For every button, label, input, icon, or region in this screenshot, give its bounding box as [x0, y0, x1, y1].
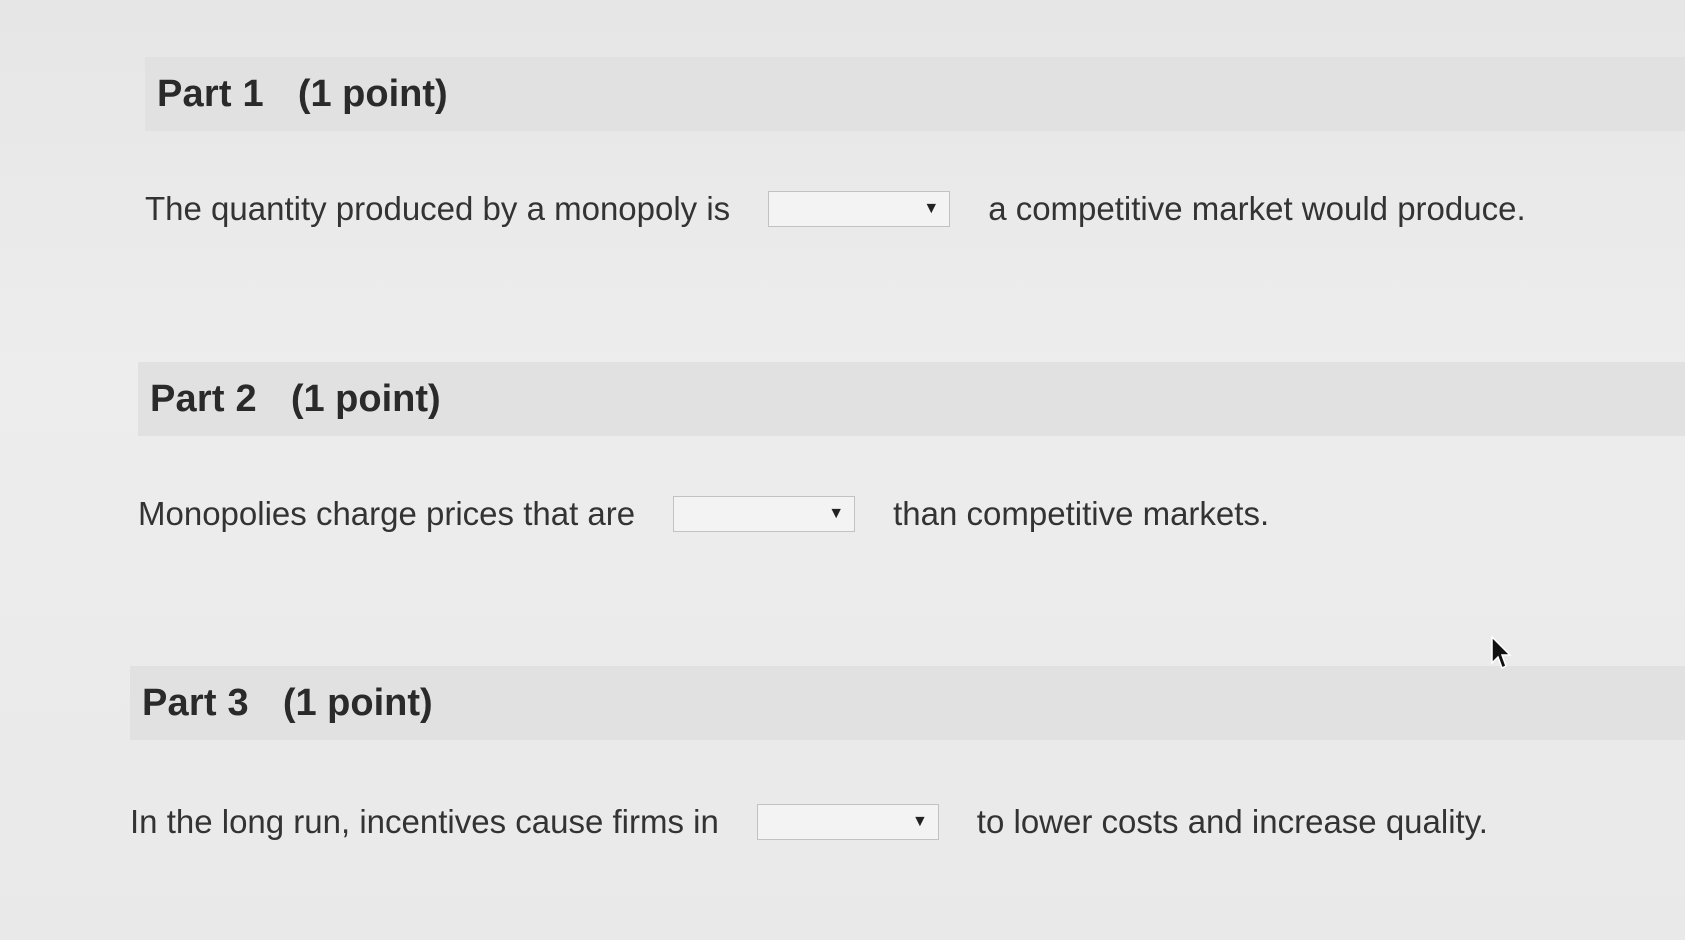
chevron-down-icon: ▼: [828, 505, 845, 522]
chevron-down-icon: ▼: [911, 813, 928, 830]
part-2-text-after: than competitive markets.: [893, 495, 1270, 532]
page: Part 1 (1 point) The quantity produced b…: [0, 0, 1685, 940]
part-3-question: In the long run, incentives cause firms …: [130, 803, 1488, 841]
part-3-header: Part 3 (1 point): [130, 666, 1685, 740]
part-1-question: The quantity produced by a monopoly is ▼…: [145, 190, 1526, 228]
part-2-title: Part 2: [150, 377, 257, 420]
part-2-points: (1 point): [290, 377, 441, 420]
part-1-answer-select[interactable]: ▼: [768, 191, 951, 227]
part-1-points: (1 point): [297, 72, 448, 115]
part-1-text-after: a competitive market would produce.: [988, 190, 1526, 227]
chevron-down-icon: ▼: [923, 200, 940, 217]
part-3-answer-select[interactable]: ▼: [756, 804, 939, 840]
part-2-answer-select[interactable]: ▼: [673, 496, 856, 532]
part-3-title: Part 3: [142, 681, 249, 724]
part-2-header: Part 2 (1 point): [138, 362, 1685, 436]
part-1-header: Part 1 (1 point): [145, 57, 1685, 131]
mouse-pointer-icon: [1491, 636, 1512, 670]
part-3-points: (1 point): [282, 681, 433, 724]
part-3-text-after: to lower costs and increase quality.: [976, 803, 1488, 840]
part-3-text-before: In the long run, incentives cause firms …: [130, 803, 719, 840]
part-2-question: Monopolies charge prices that are ▼ than…: [138, 495, 1269, 533]
part-2-text-before: Monopolies charge prices that are: [138, 495, 636, 532]
part-1-text-before: The quantity produced by a monopoly is: [145, 190, 731, 227]
part-1-title: Part 1: [157, 72, 264, 115]
